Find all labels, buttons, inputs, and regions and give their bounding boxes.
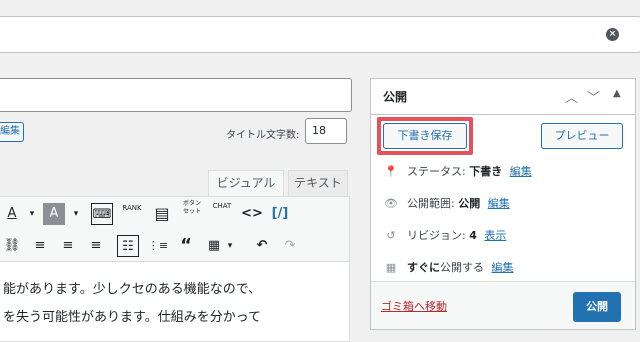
- eye-icon: 👁: [384, 197, 398, 210]
- tab-visual[interactable]: ビジュアル: [208, 170, 284, 196]
- status-edit-link[interactable]: 編集: [510, 165, 532, 178]
- undo-icon[interactable]: ↶: [251, 235, 273, 257]
- quote-icon[interactable]: “: [175, 235, 197, 257]
- unlink-icon[interactable]: ⛓: [1, 235, 23, 257]
- numbered-list-icon[interactable]: ⋮≡: [147, 235, 169, 257]
- move-to-trash-link[interactable]: ゴミ箱へ移動: [381, 298, 447, 314]
- keyboard-icon[interactable]: ⌨: [91, 203, 113, 225]
- tab-text[interactable]: テキスト: [288, 170, 348, 196]
- visibility-value: 公開: [458, 197, 481, 210]
- rank-icon[interactable]: RANK: [121, 203, 143, 225]
- schedule-row: ▦ すぐに公開する 編集: [383, 259, 514, 277]
- code-icon[interactable]: <>: [241, 203, 263, 225]
- pin-icon: 📍: [384, 165, 398, 178]
- revisions-row: ↺ リビジョン: 4 表示: [383, 227, 506, 245]
- publish-box: 公開 ︿ ﹀ ▲ 下書き保存 プレビュー 📍 ステータス: 下書き 編集 👁 公開範…: [370, 78, 636, 330]
- bullet-list-icon[interactable]: ☷: [117, 235, 139, 257]
- chevron-down-icon[interactable]: ﹀: [587, 87, 600, 106]
- table-list-icon[interactable]: ▤: [151, 203, 173, 225]
- revisions-count: 4: [469, 229, 477, 242]
- visibility-edit-link[interactable]: 編集: [488, 197, 510, 210]
- status-row: 📍 ステータス: 下書き 編集: [383, 163, 532, 181]
- publish-box-footer: ゴミ箱へ移動 公開: [371, 281, 635, 329]
- collapse-toggle-icon[interactable]: ▲: [613, 88, 621, 99]
- title-count-field[interactable]: 18: [305, 118, 347, 144]
- chevron-up-icon[interactable]: ︿: [565, 87, 578, 106]
- background-color-icon[interactable]: A: [43, 203, 65, 225]
- text-color-icon[interactable]: A: [1, 203, 23, 225]
- status-value: 下書き: [469, 165, 503, 178]
- schedule-edit-link[interactable]: 編集: [492, 261, 514, 274]
- chevron-down-icon[interactable]: ▾: [21, 203, 43, 225]
- content-line: を失う可能性があります。仕組みを分かって: [3, 310, 262, 325]
- align-center-icon[interactable]: ≡: [57, 235, 79, 257]
- publish-button[interactable]: 公開: [573, 292, 621, 322]
- revisions-view-link[interactable]: 表示: [484, 229, 506, 242]
- post-title-input[interactable]: [0, 16, 640, 53]
- redo-icon[interactable]: ↷: [279, 235, 301, 257]
- chevron-down-icon[interactable]: ▾: [65, 203, 87, 225]
- editor-toolbar: A ▾ A ▾ ⌨ RANK ▤ ボタンセット CHAT <> [/] ⛓ ≡ …: [0, 196, 350, 262]
- chat-icon[interactable]: CHAT: [211, 201, 233, 223]
- align-right-icon[interactable]: ≡: [85, 235, 107, 257]
- editor-field-top[interactable]: [0, 78, 352, 112]
- publish-box-title: 公開: [383, 90, 408, 104]
- clear-icon[interactable]: ×: [606, 28, 619, 41]
- shortcode-icon[interactable]: [/]: [269, 203, 291, 225]
- save-draft-button[interactable]: 下書き保存: [383, 123, 467, 149]
- chevron-down-icon[interactable]: ▾: [219, 235, 241, 257]
- schedule-value: すぐに: [407, 261, 440, 274]
- history-icon: ↺: [386, 229, 396, 242]
- align-left-icon[interactable]: ≡: [29, 235, 51, 257]
- button-set-icon[interactable]: ボタンセット: [181, 200, 203, 222]
- publish-box-header: 公開 ︿ ﹀ ▲: [371, 79, 635, 115]
- title-count-label: タイトル文字数:: [226, 130, 300, 141]
- edit-button[interactable]: 編集: [0, 122, 24, 142]
- calendar-icon: ▦: [385, 261, 397, 274]
- visibility-row: 👁 公開範囲: 公開 編集: [383, 195, 510, 213]
- preview-button[interactable]: プレビュー: [541, 123, 623, 149]
- content-line: 能があります。少しクセのある機能なので、: [3, 282, 262, 297]
- editor-content[interactable]: 能があります。少しクセのある機能なので、 を失う可能性があります。仕組みを分かっ…: [0, 262, 350, 342]
